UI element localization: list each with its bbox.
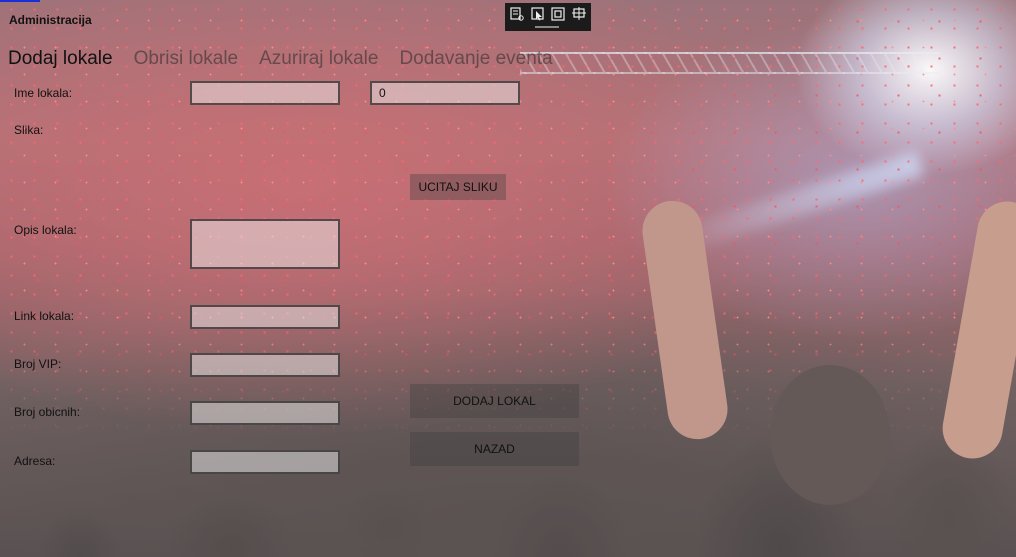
select-element-icon[interactable] (530, 5, 547, 22)
window-accent-bar (0, 0, 40, 2)
live-visual-tree-icon[interactable] (509, 5, 526, 22)
tab-dodaj-lokale[interactable]: Dodaj lokale (8, 47, 113, 71)
ime-lokala-input[interactable] (190, 81, 340, 105)
link-lokala-label: Link lokala: (14, 309, 75, 323)
ucitaj-sliku-button[interactable]: UCITAJ SLIKU (410, 174, 506, 200)
link-lokala-input[interactable] (190, 305, 340, 329)
nazad-button[interactable]: NAZAD (410, 432, 579, 466)
adresa-label: Adresa: (14, 454, 56, 468)
tab-dodavanje-eventa[interactable]: Dodavanje eventa (399, 47, 552, 71)
toolbar-grip[interactable] (535, 26, 559, 28)
dodaj-lokal-button[interactable]: DODAJ LOKAL (410, 384, 579, 418)
debug-toolbar (505, 3, 591, 31)
broj-vip-input[interactable] (190, 353, 340, 377)
opis-lokala-label: Opis lokala: (14, 223, 77, 237)
track-focused-element-icon[interactable] (571, 5, 588, 22)
tab-bar: Dodaj lokale Obrisi lokale Azuriraj loka… (8, 47, 553, 71)
display-layout-adorners-icon[interactable] (550, 5, 567, 22)
tab-azuriraj-lokale[interactable]: Azuriraj lokale (259, 47, 378, 71)
slika-label: Slika: (14, 123, 44, 137)
ime-lokala-label: Ime lokala: (14, 86, 73, 100)
broj-obicnih-label: Broj obicnih: (14, 405, 81, 419)
opis-lokala-input[interactable] (190, 219, 340, 269)
lokal-id-input[interactable] (370, 81, 520, 105)
broj-obicnih-input[interactable] (190, 401, 340, 425)
adresa-input[interactable] (190, 450, 340, 474)
tab-obrisi-lokale[interactable]: Obrisi lokale (134, 47, 239, 71)
window-title: Administracija (9, 13, 92, 27)
broj-vip-label: Broj VIP: (14, 357, 62, 371)
